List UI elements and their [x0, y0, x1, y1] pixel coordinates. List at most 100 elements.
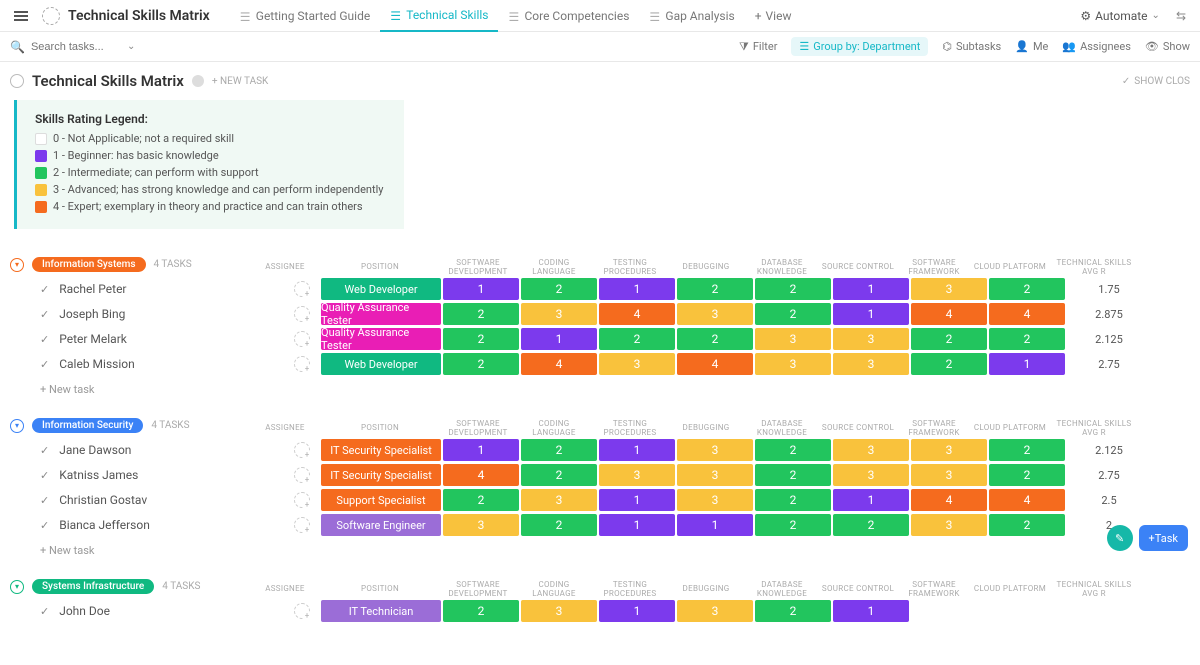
skill-cell[interactable]: 1	[599, 278, 675, 300]
skill-cell[interactable]: 2	[833, 514, 909, 536]
skill-cell[interactable]: 3	[911, 278, 987, 300]
table-row[interactable]: ✓Joseph BingQuality Assurance Tester2343…	[10, 302, 1190, 326]
position-cell[interactable]: Web Developer	[321, 353, 441, 375]
search-wrap[interactable]: 🔍 ⌄	[10, 40, 140, 54]
skill-cell[interactable]: 4	[911, 303, 987, 325]
skill-cell[interactable]: 1	[833, 489, 909, 511]
tab-view[interactable]: +View	[745, 0, 802, 32]
assignee-cell[interactable]	[260, 467, 320, 483]
info-icon[interactable]	[192, 75, 204, 87]
assignee-cell[interactable]	[260, 331, 320, 347]
skill-cell[interactable]: 1	[833, 600, 909, 622]
task-name-cell[interactable]: ✓Bianca Jefferson	[10, 518, 260, 532]
task-name-cell[interactable]: ✓Rachel Peter	[10, 282, 260, 296]
tab-gap-analysis[interactable]: ☰Gap Analysis	[639, 0, 744, 32]
chevron-down-icon[interactable]: ⌄	[127, 41, 135, 52]
position-cell[interactable]: Software Engineer	[321, 514, 441, 536]
new-task-row[interactable]: + New task	[10, 538, 1190, 557]
position-cell[interactable]: Quality Assurance Tester	[321, 328, 441, 350]
table-row[interactable]: ✓Rachel PeterWeb Developer121221321.75	[10, 277, 1190, 301]
skill-cell[interactable]: 1	[599, 600, 675, 622]
skill-cell[interactable]: 3	[833, 353, 909, 375]
automate-button[interactable]: ⚙ Automate ⌄	[1074, 9, 1166, 23]
skill-cell[interactable]: 4	[677, 353, 753, 375]
skill-cell[interactable]: 3	[521, 600, 597, 622]
skill-cell[interactable]: 1	[599, 514, 675, 536]
skill-cell[interactable]: 3	[677, 464, 753, 486]
skill-cell[interactable]: 2	[989, 439, 1065, 461]
task-name-cell[interactable]: ✓Jane Dawson	[10, 443, 260, 457]
filter-button[interactable]: ⧩Filter	[739, 40, 777, 54]
skill-cell[interactable]: 1	[599, 489, 675, 511]
skill-cell[interactable]: 3	[677, 439, 753, 461]
add-assignee-icon[interactable]	[294, 467, 310, 483]
quick-action-button[interactable]: ✎	[1107, 525, 1133, 551]
task-name-cell[interactable]: ✓Caleb Mission	[10, 357, 260, 371]
subtasks-button[interactable]: ⌬Subtasks	[942, 40, 1001, 53]
position-cell[interactable]: IT Security Specialist	[321, 439, 441, 461]
skill-cell[interactable]: 4	[989, 489, 1065, 511]
add-assignee-icon[interactable]	[294, 603, 310, 619]
tab-technical-skills[interactable]: ☰Technical Skills	[380, 0, 498, 32]
assignee-cell[interactable]	[260, 356, 320, 372]
table-row[interactable]: ✓Christian GostavSupport Specialist23132…	[10, 488, 1190, 512]
chevron-down-icon[interactable]: ▾	[10, 580, 24, 594]
skill-cell[interactable]: 1	[443, 278, 519, 300]
new-task-row[interactable]: + New task	[10, 377, 1190, 396]
skill-cell[interactable]: 3	[677, 303, 753, 325]
group-pill[interactable]: Information Systems	[32, 257, 146, 272]
skill-cell[interactable]: 2	[443, 353, 519, 375]
tab-getting-started-guide[interactable]: ☰Getting Started Guide	[230, 0, 380, 32]
skill-cell[interactable]: 2	[755, 464, 831, 486]
skill-cell[interactable]: 2	[989, 464, 1065, 486]
skill-cell[interactable]: 2	[677, 278, 753, 300]
skill-cell[interactable]: 3	[677, 600, 753, 622]
skill-cell[interactable]: 1	[443, 439, 519, 461]
skill-cell[interactable]: 3	[833, 464, 909, 486]
group-pill[interactable]: Information Security	[32, 418, 143, 433]
add-assignee-icon[interactable]	[294, 492, 310, 508]
skill-cell[interactable]: 2	[755, 600, 831, 622]
skill-cell[interactable]	[911, 600, 987, 622]
skill-cell[interactable]: 2	[755, 278, 831, 300]
skill-cell[interactable]: 3	[755, 353, 831, 375]
add-assignee-icon[interactable]	[294, 517, 310, 533]
skill-cell[interactable]: 2	[521, 464, 597, 486]
skill-cell[interactable]: 1	[599, 439, 675, 461]
task-name-cell[interactable]: ✓Joseph Bing	[10, 307, 260, 321]
skill-cell[interactable]: 2	[911, 328, 987, 350]
skill-cell[interactable]	[989, 600, 1065, 622]
skill-cell[interactable]: 3	[443, 514, 519, 536]
skill-cell[interactable]: 2	[989, 278, 1065, 300]
skill-cell[interactable]: 2	[755, 489, 831, 511]
add-assignee-icon[interactable]	[294, 356, 310, 372]
skill-cell[interactable]: 2	[443, 600, 519, 622]
position-cell[interactable]: IT Technician	[321, 600, 441, 622]
skill-cell[interactable]: 3	[521, 303, 597, 325]
skill-cell[interactable]: 1	[521, 328, 597, 350]
task-name-cell[interactable]: ✓John Doe	[10, 604, 260, 618]
new-task-link[interactable]: + NEW TASK	[212, 76, 268, 87]
skill-cell[interactable]: 3	[599, 464, 675, 486]
assignee-cell[interactable]	[260, 492, 320, 508]
skill-cell[interactable]: 2	[521, 278, 597, 300]
collapse-all-icon[interactable]	[10, 74, 24, 88]
group-pill[interactable]: Systems Infrastructure	[32, 579, 154, 594]
add-assignee-icon[interactable]	[294, 331, 310, 347]
task-name-cell[interactable]: ✓Peter Melark	[10, 332, 260, 346]
table-row[interactable]: ✓Bianca JeffersonSoftware Engineer321122…	[10, 513, 1190, 537]
new-task-float-button[interactable]: + Task	[1139, 525, 1188, 551]
share-icon[interactable]: ⇆	[1170, 9, 1192, 23]
skill-cell[interactable]: 2	[677, 328, 753, 350]
show-closed-link[interactable]: ✓SHOW CLOS	[1122, 76, 1190, 87]
skill-cell[interactable]: 3	[599, 353, 675, 375]
skill-cell[interactable]: 3	[911, 439, 987, 461]
position-cell[interactable]: Web Developer	[321, 278, 441, 300]
assignee-cell[interactable]	[260, 517, 320, 533]
table-row[interactable]: ✓Katniss JamesIT Security Specialist4233…	[10, 463, 1190, 487]
skill-cell[interactable]: 4	[599, 303, 675, 325]
table-row[interactable]: ✓Peter Melark Quality Assurance Tester 2 1 2…	[10, 327, 1190, 351]
assignee-cell[interactable]	[260, 306, 320, 322]
skill-cell[interactable]: 4	[911, 489, 987, 511]
skill-cell[interactable]: 1	[833, 303, 909, 325]
